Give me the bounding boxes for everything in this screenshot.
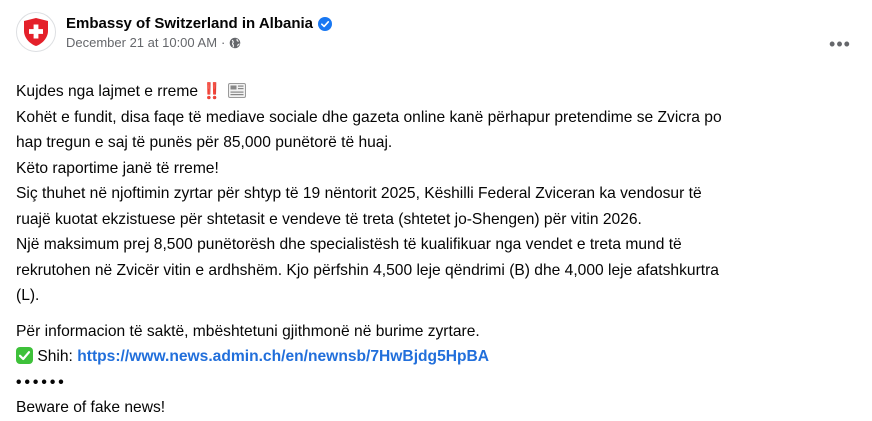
- news-admin-link[interactable]: https://www.news.admin.ch/en/newnsb/7HwB…: [77, 348, 489, 365]
- post-line-10: Për informacion të saktë, mbështetuni gj…: [16, 322, 480, 340]
- post-line-1: Kujdes nga lajmet e rreme ‼️: [16, 79, 862, 105]
- page-name[interactable]: Embassy of Switzerland in Albania: [66, 14, 313, 34]
- page-avatar[interactable]: [16, 12, 56, 52]
- swiss-flag-icon: [19, 15, 53, 49]
- post-line-7: Një maksimum prej 8,500 punëtorësh dhe s…: [16, 236, 682, 253]
- post-body: Kujdes nga lajmet e rreme ‼️ Kohët e fun…: [16, 79, 862, 421]
- separator-dot: ·: [221, 34, 226, 50]
- post-subline: December 21 at 10:00 AM ·: [66, 35, 332, 51]
- post-line-12: Beware of fake news!: [16, 399, 166, 416]
- verified-badge-icon: [318, 16, 333, 31]
- post-header: Embassy of Switzerland in Albania Decemb…: [16, 12, 333, 52]
- more-horizontal-icon: •••: [829, 33, 851, 54]
- bullet-separator: ••••••: [16, 373, 67, 391]
- post-line-5: Siç thuhet në njoftimin zyrtar për shtyp…: [16, 185, 702, 202]
- newspaper-icon: [228, 81, 247, 98]
- more-options-button[interactable]: •••: [822, 26, 858, 62]
- facebook-post: Embassy of Switzerland in Albania Decemb…: [0, 0, 872, 418]
- post-line-8: rekrutohen në Zvicër vitin e ardhshëm. K…: [16, 261, 719, 279]
- post-line-3: hap tregun e saj të punës për 85,000 pun…: [16, 134, 393, 151]
- name-row: Embassy of Switzerland in Albania: [66, 14, 333, 34]
- post-line-9: (L).: [16, 287, 40, 304]
- post-line-4: Këto raportime janë të rreme!: [16, 159, 219, 177]
- post-timestamp[interactable]: December 21 at 10:00 AM: [66, 35, 217, 51]
- post-meta: Embassy of Switzerland in Albania Decemb…: [66, 14, 333, 51]
- post-line-6: ruajë kuotat ekzistuese për shtetasit e …: [16, 210, 642, 228]
- post-text-heading: Kujdes nga lajmet e rreme: [16, 83, 199, 100]
- post-line-2: Kohët e fundit, disa faqe të mediave soc…: [16, 108, 722, 126]
- see-label: Shih:: [37, 348, 73, 365]
- post-line-11: Shih: https://www.news.admin.ch/en/newns…: [16, 344, 862, 370]
- globe-icon[interactable]: [229, 37, 241, 49]
- double-exclamation-icon: ‼️: [202, 83, 221, 100]
- check-mark-icon: [16, 347, 33, 364]
